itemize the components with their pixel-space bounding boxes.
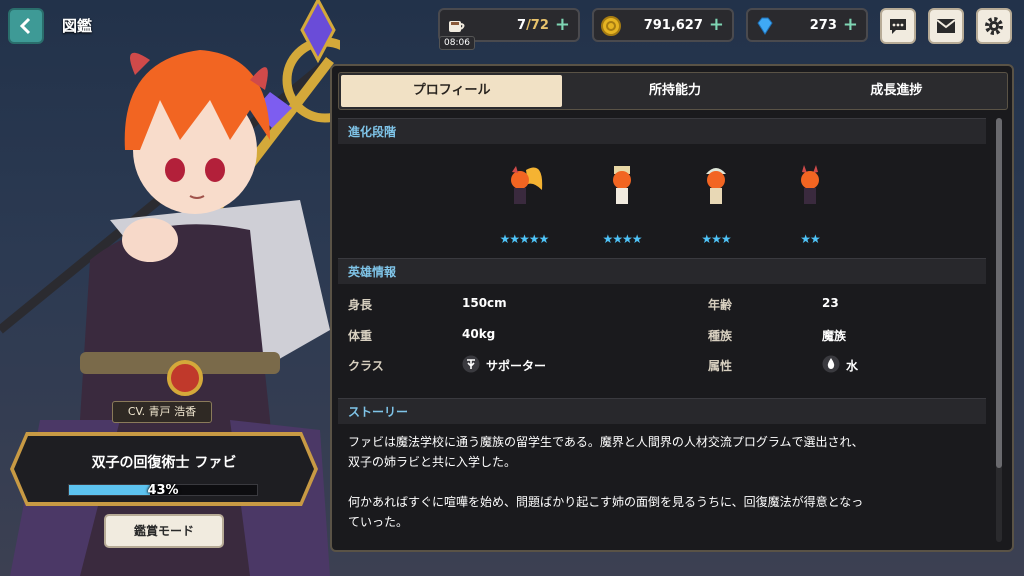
hero-sprite-winged bbox=[511, 166, 543, 204]
gold-coin-icon bbox=[601, 16, 621, 36]
story-header: ストーリー bbox=[338, 398, 986, 424]
star-rating: ★★★★★ bbox=[499, 232, 550, 246]
back-button[interactable] bbox=[8, 8, 44, 44]
hero-sprite-base bbox=[801, 165, 819, 204]
evolution-header: 進化段階 bbox=[338, 118, 986, 144]
gold-counter[interactable]: 791,627 + bbox=[592, 8, 734, 42]
attribute-label: 属性 bbox=[708, 359, 733, 373]
gold-value: 791,627 bbox=[643, 17, 703, 33]
hero-sprite-hooded bbox=[706, 168, 726, 204]
gem-counter[interactable]: 273 + bbox=[746, 8, 868, 42]
mail-button[interactable] bbox=[928, 8, 964, 44]
star-rating: ★★ bbox=[800, 232, 821, 246]
class-value: サポーター bbox=[486, 359, 547, 373]
stamina-plus-icon[interactable]: + bbox=[555, 16, 570, 34]
envelope-icon bbox=[936, 19, 956, 33]
story-line: 何かあればすぐに喧嘩を始め、問題ばかり起こす姉の面倒を見るうちに、回復魔法が得意… bbox=[348, 495, 864, 509]
race-label: 種族 bbox=[708, 329, 733, 343]
evolution-stage-5[interactable]: ★★★★★ bbox=[492, 160, 556, 250]
story-line: ファビは魔法学校に通う魔族の留学生である。魔界と人間界の人材交流プログラムで選出… bbox=[348, 435, 864, 449]
supporter-class-icon bbox=[462, 355, 480, 373]
stamina-value: 7 bbox=[517, 17, 527, 33]
chat-button[interactable] bbox=[880, 8, 916, 44]
stamina-timer: 08:06 bbox=[439, 36, 475, 50]
page-title: 図鑑 bbox=[62, 17, 93, 35]
attribute-value: 水 bbox=[846, 359, 859, 373]
water-drop-icon bbox=[822, 355, 840, 373]
chevron-left-icon bbox=[19, 17, 31, 35]
age-label: 年齢 bbox=[708, 298, 733, 312]
gold-plus-icon[interactable]: + bbox=[709, 16, 724, 34]
hero-sprite-crowned bbox=[613, 166, 631, 204]
view-mode-button[interactable]: 鑑賞モード bbox=[104, 514, 224, 548]
profile-scroll-area[interactable]: 進化段階 ★★★★★ ★★★★ ★★★ ★★ 英雄情報 身長 150cm 年齢 … bbox=[338, 116, 990, 544]
weight-label: 体重 bbox=[348, 329, 373, 343]
age-value: 23 bbox=[822, 296, 839, 310]
evolution-stage-4[interactable]: ★★★★ bbox=[590, 160, 654, 250]
star-rating: ★★★★ bbox=[602, 232, 642, 246]
gem-value: 273 bbox=[809, 17, 837, 33]
height-label: 身長 bbox=[348, 298, 373, 312]
speech-bubble-icon bbox=[890, 19, 906, 34]
stamina-cap: /72 bbox=[526, 17, 549, 33]
story-line: 双子の姉ラビと共に入学した。 bbox=[348, 455, 517, 469]
coffee-cup-icon bbox=[449, 21, 465, 32]
star-rating: ★★★ bbox=[701, 232, 731, 246]
scrollbar-thumb[interactable] bbox=[996, 118, 1002, 468]
tab-bar: プロフィール 所持能力 成長進捗 bbox=[338, 72, 1008, 110]
tab-abilities[interactable]: 所持能力 bbox=[564, 73, 785, 109]
settings-button[interactable] bbox=[976, 8, 1012, 44]
story-line: ていった。 bbox=[348, 515, 409, 529]
evolution-stage-3[interactable]: ★★★ bbox=[684, 160, 748, 250]
gear-icon bbox=[985, 17, 1003, 35]
height-value: 150cm bbox=[462, 296, 507, 310]
progress-percent: 43% bbox=[147, 483, 179, 498]
hero-info-header: 英雄情報 bbox=[338, 258, 986, 284]
story-text: ファビは魔法学校に通う魔族の留学生である。魔界と人間界の人材交流プログラムで選出… bbox=[348, 432, 978, 532]
weight-value: 40kg bbox=[462, 327, 496, 341]
voice-actor-label: CV. 青戸 浩香 bbox=[112, 401, 212, 423]
diamond-icon bbox=[757, 17, 773, 35]
class-label: クラス bbox=[348, 359, 384, 373]
tab-profile[interactable]: プロフィール bbox=[341, 75, 563, 107]
evolution-stage-2[interactable]: ★★ bbox=[778, 160, 842, 250]
tab-growth[interactable]: 成長進捗 bbox=[786, 73, 1007, 109]
hero-name: 双子の回復術士 ファビ bbox=[91, 455, 237, 471]
gem-plus-icon[interactable]: + bbox=[843, 16, 858, 34]
race-value: 魔族 bbox=[822, 329, 847, 343]
